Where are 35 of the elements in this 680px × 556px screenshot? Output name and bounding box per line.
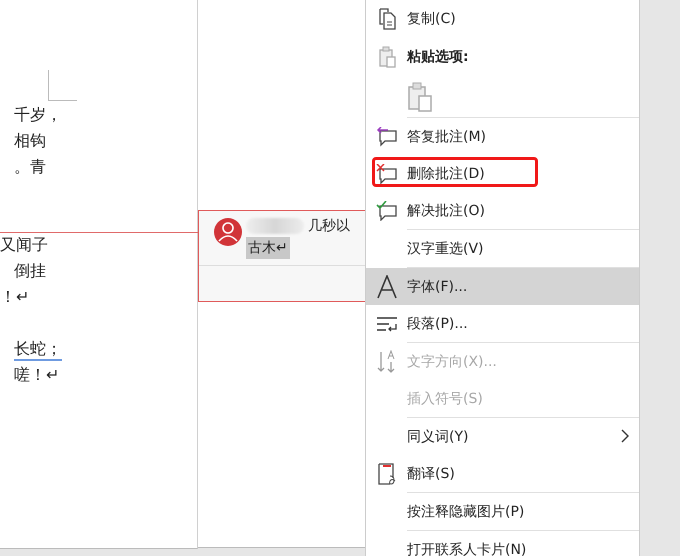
- document-text: 长蛇；: [14, 339, 62, 361]
- menu-item[interactable]: 段落(P)...: [366, 305, 639, 342]
- menu-item[interactable]: 打开联系人卡片(N): [366, 531, 639, 556]
- document-text: ！↵: [0, 286, 30, 308]
- translate-icon: [376, 462, 396, 486]
- comment-text: 古木↵: [246, 237, 290, 259]
- menu-item[interactable]: 复制(C): [366, 0, 639, 37]
- menu-item[interactable]: 同义词(Y): [366, 418, 639, 455]
- document-text: 又闻子: [0, 234, 48, 256]
- menu-item[interactable]: 删除批注(D): [366, 155, 639, 192]
- menu-item[interactable]: 汉字重选(V): [366, 230, 639, 267]
- font-icon: [376, 274, 398, 298]
- paragraph-icon: [376, 314, 398, 332]
- menu-item[interactable]: 解决批注(O): [366, 192, 639, 229]
- menu-item[interactable]: 按注释隐藏图片(P): [366, 493, 639, 530]
- menu-item[interactable]: 翻译(S): [366, 455, 639, 492]
- text-direction-icon: [376, 350, 396, 374]
- resolve-comment-icon: [376, 200, 398, 220]
- margin-corner-mark: [48, 70, 77, 101]
- copy-icon: [376, 8, 396, 30]
- document-text: 倒挂: [14, 260, 46, 282]
- document-text: 相钩: [14, 130, 46, 152]
- blurred-author-name: [246, 218, 304, 234]
- comment-time: 几秒以: [308, 217, 350, 235]
- avatar-icon: [213, 217, 243, 247]
- clipboard-icon: [378, 46, 396, 68]
- document-text: 。青: [14, 156, 46, 178]
- menu-item[interactable]: 字体(F)...: [366, 268, 639, 305]
- delete-comment-icon: [376, 164, 398, 184]
- paste-option-button[interactable]: [407, 82, 433, 112]
- menu-section-heading: 粘贴选项:: [407, 48, 469, 66]
- document-text: 千岁，: [14, 104, 62, 126]
- menu-item[interactable]: 答复批注(M): [366, 118, 639, 155]
- document-text: 嗟！↵: [14, 364, 60, 386]
- reply-comment-icon: [376, 126, 398, 146]
